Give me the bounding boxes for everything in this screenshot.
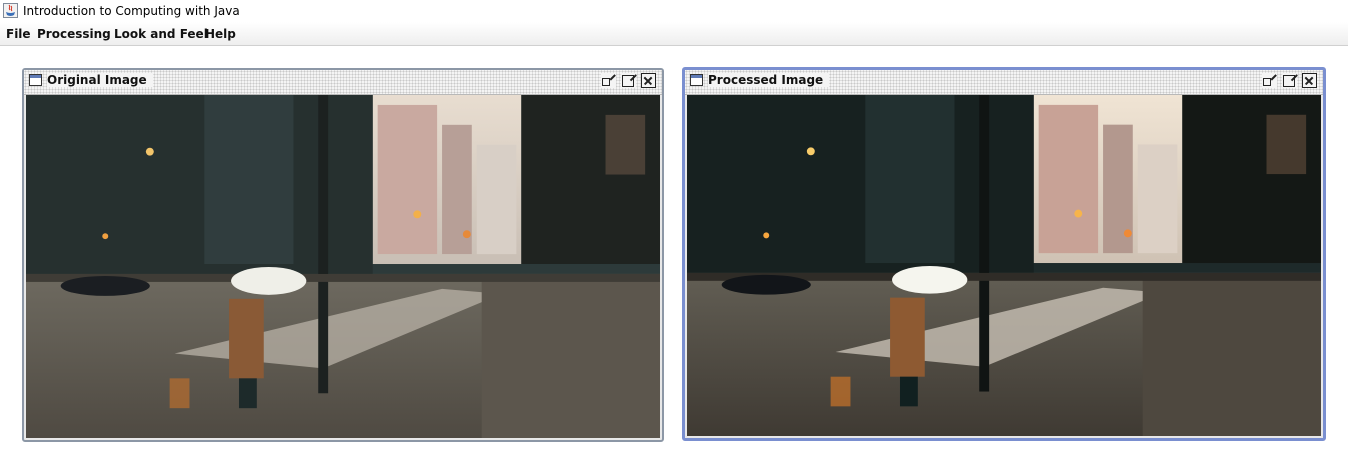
window-titlebar: Introduction to Computing with Java bbox=[0, 0, 1348, 22]
close-icon[interactable] bbox=[641, 73, 656, 88]
frame-icon bbox=[29, 74, 42, 86]
close-icon[interactable] bbox=[1302, 73, 1317, 88]
menu-bar: File Processing Look and Feel Help bbox=[0, 22, 1348, 46]
processed-frame-title: Processed Image bbox=[708, 73, 830, 87]
processed-photo bbox=[687, 95, 1321, 436]
menu-help[interactable]: Help bbox=[205, 27, 236, 41]
processed-image-frame[interactable]: Processed Image bbox=[682, 67, 1326, 441]
maximize-icon[interactable] bbox=[1282, 73, 1297, 88]
minimize-icon[interactable] bbox=[601, 73, 616, 88]
original-image-frame[interactable]: Original Image bbox=[22, 68, 664, 442]
menu-processing[interactable]: Processing bbox=[37, 27, 111, 41]
java-app-icon bbox=[3, 3, 18, 18]
maximize-icon[interactable] bbox=[621, 73, 636, 88]
frame-icon bbox=[690, 74, 703, 86]
desktop-pane: Original Image Processed Image bbox=[0, 46, 1348, 465]
processed-frame-titlebar[interactable]: Processed Image bbox=[685, 70, 1323, 95]
original-photo bbox=[26, 95, 660, 438]
original-frame-titlebar[interactable]: Original Image bbox=[24, 70, 662, 95]
original-frame-title: Original Image bbox=[47, 73, 153, 87]
menu-file[interactable]: File bbox=[6, 27, 31, 41]
rainy-street-photo bbox=[26, 95, 660, 438]
menu-look-and-feel[interactable]: Look and Feel bbox=[114, 27, 208, 41]
rainy-street-photo-processed bbox=[687, 95, 1321, 436]
window-title: Introduction to Computing with Java bbox=[23, 4, 240, 18]
minimize-icon[interactable] bbox=[1262, 73, 1277, 88]
